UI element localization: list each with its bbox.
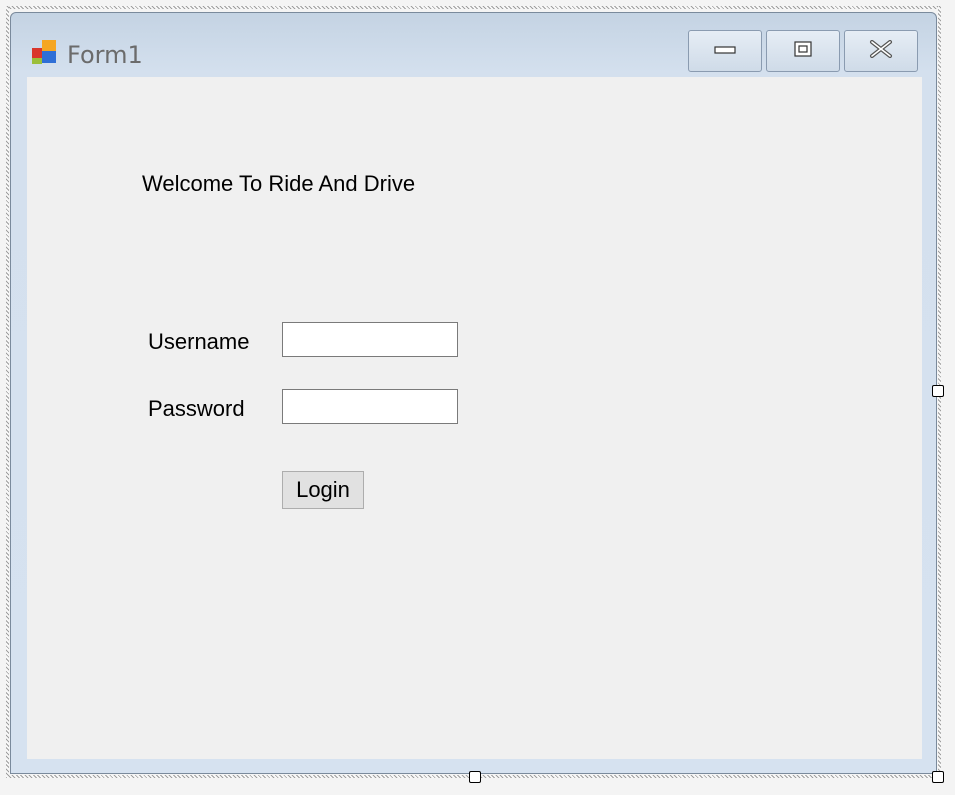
title-bar[interactable]: Form1 <box>11 13 936 77</box>
minimize-button[interactable] <box>688 30 762 72</box>
resize-handle-bottom[interactable] <box>469 771 481 783</box>
resize-handle-corner[interactable] <box>932 771 944 783</box>
designer-canvas: Form1 Welcome To Ride And Drive Username… <box>0 0 955 795</box>
maximize-button[interactable] <box>766 30 840 72</box>
maximize-icon <box>794 40 812 62</box>
close-icon <box>869 39 893 63</box>
selection-border-top <box>6 6 941 9</box>
login-button[interactable]: Login <box>282 471 364 509</box>
resize-handle-right[interactable] <box>932 385 944 397</box>
username-label: Username <box>148 329 250 354</box>
form-client-area: Welcome To Ride And Drive Username Passw… <box>27 77 922 759</box>
window-title: Form1 <box>67 41 143 69</box>
close-button[interactable] <box>844 30 918 72</box>
winforms-app-icon <box>31 39 61 65</box>
username-input[interactable] <box>282 322 458 357</box>
welcome-label: Welcome To Ride And Drive <box>142 171 416 196</box>
selection-border-left <box>6 6 9 778</box>
form-window: Form1 Welcome To Ride And Drive Username… <box>10 12 937 774</box>
minimize-icon <box>714 42 736 60</box>
password-label: Password <box>148 396 245 421</box>
password-input[interactable] <box>282 389 458 424</box>
